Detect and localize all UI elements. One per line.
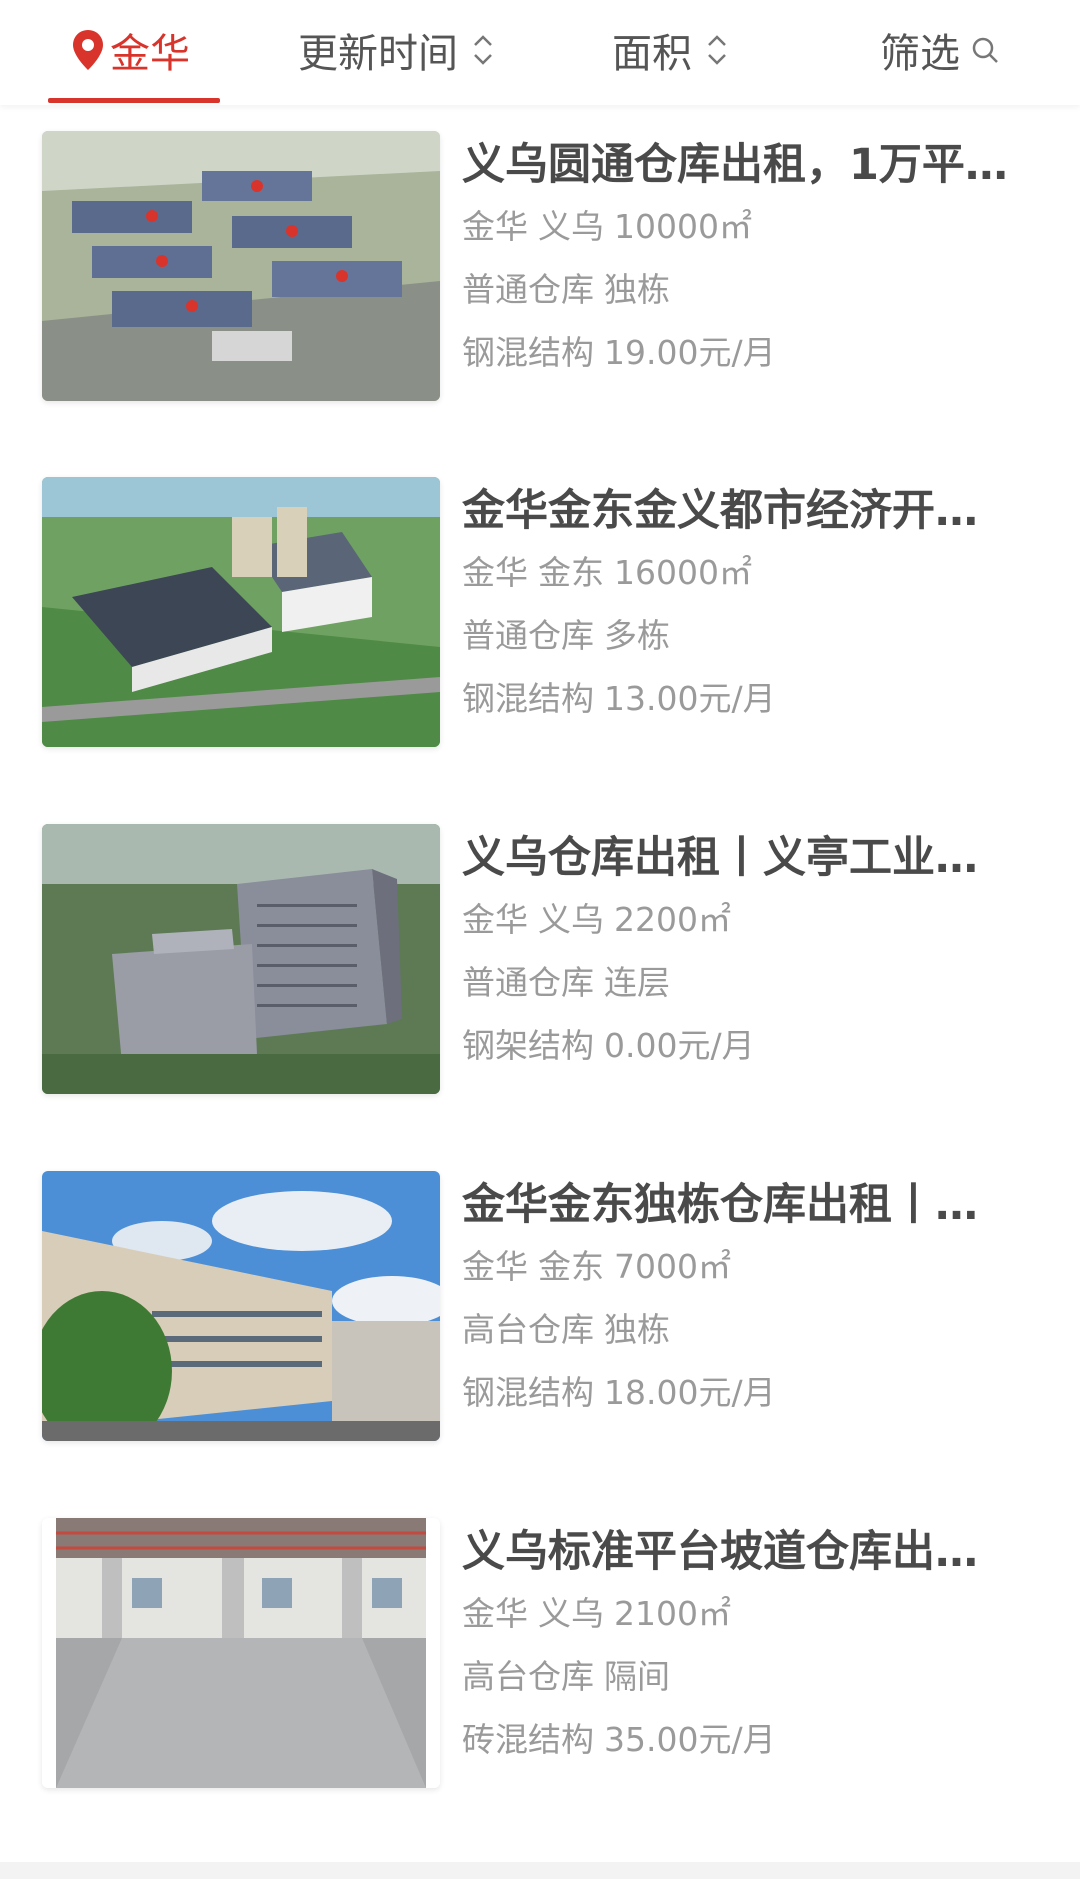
tab-area[interactable]: 面积 bbox=[612, 0, 730, 100]
tab-filter-label: 筛选 bbox=[880, 31, 960, 77]
listing-price: 钢架结构 0.00元/月 bbox=[462, 1026, 755, 1065]
listing-title: 义乌圆通仓库出租，1万平… bbox=[462, 140, 1008, 190]
listing-info: 义乌圆通仓库出租，1万平… 金华 义乌 10000㎡ 普通仓库 独栋 钢混结构 19.0… bbox=[462, 135, 1042, 384]
listing-photo[interactable] bbox=[42, 1518, 440, 1788]
tab-update-time-label: 更新时间 bbox=[298, 31, 458, 77]
listing-title: 义乌仓库出租丨义亭工业… bbox=[462, 833, 978, 883]
tab-location[interactable]: 金华 bbox=[70, 0, 190, 100]
tab-area-label: 面积 bbox=[612, 31, 692, 77]
listing-location: 金华 金东 7000㎡ bbox=[462, 1247, 731, 1286]
aerial-warehouse-image bbox=[42, 131, 440, 401]
listing-price: 砖混结构 35.00元/月 bbox=[462, 1720, 776, 1759]
filter-bar: 金华 更新时间 面积 筛选 bbox=[0, 0, 1080, 105]
tab-update-time[interactable]: 更新时间 bbox=[298, 0, 496, 100]
listing-type: 普通仓库 多栋 bbox=[462, 616, 670, 655]
list-item[interactable]: 义乌标准平台坡道仓库出… 金华 义乌 2100㎡ 高台仓库 隔间 砖混结构 35.00元… bbox=[0, 1492, 1080, 1792]
tab-location-label: 金华 bbox=[110, 31, 190, 77]
listing-type: 普通仓库 连层 bbox=[462, 963, 670, 1002]
listing-title: 金华金东金义都市经济开… bbox=[462, 486, 978, 536]
listing-title: 金华金东独栋仓库出租丨… bbox=[462, 1180, 978, 1230]
factory-building-image bbox=[42, 824, 440, 1094]
listing-location: 金华 义乌 2100㎡ bbox=[462, 1594, 731, 1633]
listing-photo[interactable] bbox=[42, 477, 440, 747]
listing-title: 义乌标准平台坡道仓库出… bbox=[462, 1527, 978, 1577]
list-item[interactable]: 金华金东金义都市经济开… 金华 金东 16000㎡ 普通仓库 多栋 钢混结构 13.00… bbox=[0, 451, 1080, 751]
list-item[interactable]: 义乌圆通仓库出租，1万平… 金华 义乌 10000㎡ 普通仓库 独栋 钢混结构 19.0… bbox=[0, 105, 1080, 405]
office-building-photo bbox=[42, 1171, 440, 1441]
sort-icon bbox=[708, 35, 726, 65]
sort-icon bbox=[474, 35, 492, 65]
tab-filter[interactable]: 筛选 bbox=[880, 0, 1000, 100]
listing-info: 义乌仓库出租丨义亭工业… 金华 义乌 2200㎡ 普通仓库 连层 钢架结构 0.00元/… bbox=[462, 828, 1042, 1077]
search-icon bbox=[972, 37, 998, 63]
listing-price: 钢混结构 19.00元/月 bbox=[462, 333, 776, 372]
listing-photo[interactable] bbox=[42, 824, 440, 1094]
listing-info: 义乌标准平台坡道仓库出… 金华 义乌 2100㎡ 高台仓库 隔间 砖混结构 35.00元… bbox=[462, 1522, 1042, 1771]
listing-photo[interactable] bbox=[42, 1171, 440, 1441]
list-item[interactable]: 义乌仓库出租丨义亭工业… 金华 义乌 2200㎡ 普通仓库 连层 钢架结构 0.00元/… bbox=[0, 798, 1080, 1098]
warehouse-interior-photo bbox=[42, 1518, 440, 1788]
listing-type: 普通仓库 独栋 bbox=[462, 270, 670, 309]
list-item[interactable]: 金华金东独栋仓库出租丨… 金华 金东 7000㎡ 高台仓库 独栋 钢混结构 18.00元… bbox=[0, 1145, 1080, 1445]
listing-photo[interactable] bbox=[42, 131, 440, 401]
listing-price: 钢混结构 13.00元/月 bbox=[462, 679, 776, 718]
listing-type: 高台仓库 隔间 bbox=[462, 1657, 670, 1696]
listing-location: 金华 义乌 10000㎡ bbox=[462, 207, 752, 246]
active-tab-indicator bbox=[48, 98, 220, 103]
listing-type: 高台仓库 独栋 bbox=[462, 1310, 670, 1349]
warehouse-rendering-image bbox=[42, 477, 440, 747]
listing-location: 金华 义乌 2200㎡ bbox=[462, 900, 731, 939]
listing-price: 钢混结构 18.00元/月 bbox=[462, 1373, 776, 1412]
listing-info: 金华金东金义都市经济开… 金华 金东 16000㎡ 普通仓库 多栋 钢混结构 13.00… bbox=[462, 481, 1042, 730]
location-pin-icon bbox=[73, 30, 103, 70]
listing-location: 金华 金东 16000㎡ bbox=[462, 553, 752, 592]
bottom-edge bbox=[0, 1862, 1080, 1879]
listing-info: 金华金东独栋仓库出租丨… 金华 金东 7000㎡ 高台仓库 独栋 钢混结构 18.00元… bbox=[462, 1175, 1042, 1424]
